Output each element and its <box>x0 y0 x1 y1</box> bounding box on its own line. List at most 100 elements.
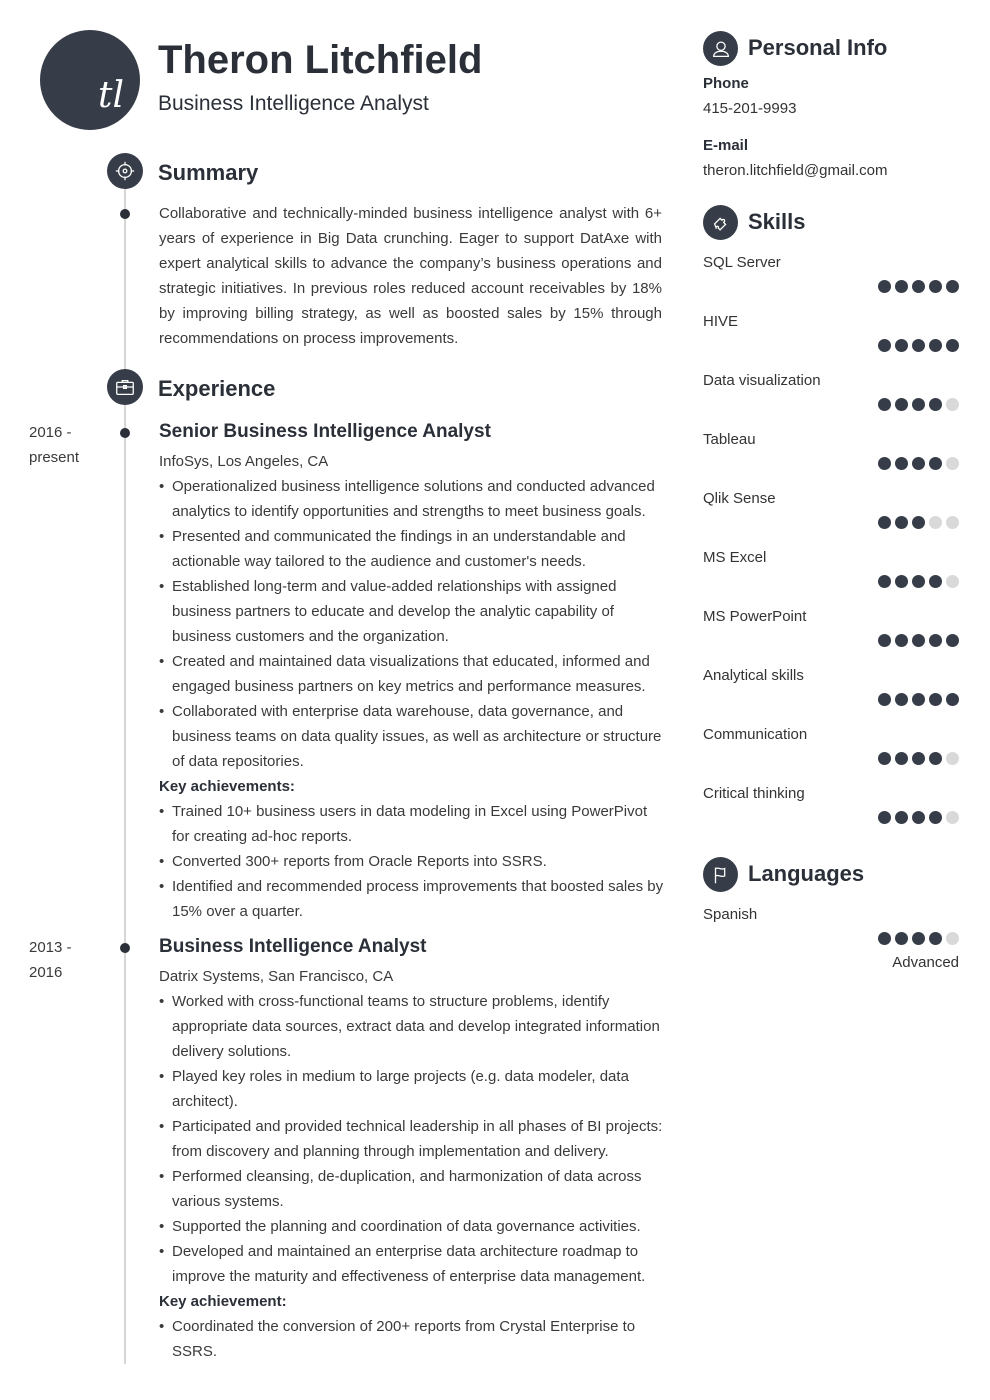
achievement-item: Converted 300+ reports from Oracle Repor… <box>159 849 664 874</box>
job-bullet: Worked with cross-functional teams to st… <box>159 989 664 1064</box>
phone-value[interactable]: 415-201-9993 <box>703 99 959 119</box>
sidebar: Personal Info Phone 415-201-9993 E-mail … <box>703 31 959 975</box>
rating-dot-filled <box>895 932 908 945</box>
skill-item: Data visualization <box>703 371 959 430</box>
rating-dot-filled <box>929 932 942 945</box>
job-company: Datrix Systems, San Francisco, CA <box>159 968 394 985</box>
skill-item: MS PowerPoint <box>703 607 959 666</box>
rating-dot-filled <box>895 398 908 411</box>
rating-dot-filled <box>895 693 908 706</box>
job-bullet: Established long-term and value-added re… <box>159 574 664 649</box>
skill-name: Communication <box>703 726 808 743</box>
timeline-line <box>124 188 126 1364</box>
key-achievement-label: Key achievement: <box>159 1293 287 1310</box>
rating-dot-filled <box>912 634 925 647</box>
rating-dot-filled <box>929 280 942 293</box>
rating-dot-filled <box>912 516 925 529</box>
rating-dots <box>878 339 959 352</box>
job-bullet: Played key roles in medium to large proj… <box>159 1064 664 1114</box>
experience-heading: Experience <box>158 376 276 401</box>
languages-heading: Languages <box>748 861 865 886</box>
rating-dot-filled <box>912 280 925 293</box>
job-bullet: Participated and provided technical lead… <box>159 1114 664 1164</box>
rating-dot-filled <box>929 398 942 411</box>
job-title: Business Intelligence Analyst <box>159 936 427 957</box>
flag-icon <box>703 857 738 892</box>
skill-name: SQL Server <box>703 254 781 271</box>
rating-dots <box>878 516 959 529</box>
rating-dot-filled <box>878 811 891 824</box>
target-icon <box>107 153 143 189</box>
job-bullets: Operationalized business intelligence so… <box>159 474 664 774</box>
rating-dot-filled <box>895 457 908 470</box>
job-date-end: present <box>29 449 80 466</box>
timeline-dot <box>120 428 130 438</box>
rating-dot-filled <box>878 280 891 293</box>
rating-dot-filled <box>878 457 891 470</box>
puzzle-icon <box>703 205 738 240</box>
job-bullet: Operationalized business intelligence so… <box>159 474 664 524</box>
avatar: tl <box>40 30 140 130</box>
rating-dots <box>878 932 959 945</box>
rating-dot-empty <box>946 398 959 411</box>
job-bullet: Presented and communicated the findings … <box>159 524 664 574</box>
languages-header: Languages <box>703 857 959 892</box>
skill-name: Data visualization <box>703 372 821 389</box>
rating-dot-filled <box>929 339 942 352</box>
skills-header: Skills <box>703 205 959 240</box>
skill-item: HIVE <box>703 312 959 371</box>
rating-dot-filled <box>878 575 891 588</box>
timeline-dot <box>120 943 130 953</box>
skill-item: MS Excel <box>703 548 959 607</box>
rating-dot-filled <box>929 634 942 647</box>
rating-dots <box>878 634 959 647</box>
rating-dot-filled <box>946 634 959 647</box>
job-entry: Business Intelligence Analyst Datrix Sys… <box>159 935 664 1364</box>
rating-dots <box>878 398 959 411</box>
rating-dot-filled <box>895 516 908 529</box>
skill-name: Critical thinking <box>703 785 805 802</box>
rating-dot-filled <box>878 693 891 706</box>
briefcase-icon <box>107 369 143 405</box>
skill-name: Analytical skills <box>703 667 804 684</box>
user-icon <box>703 31 738 66</box>
rating-dot-filled <box>912 457 925 470</box>
candidate-title: Business Intelligence Analyst <box>158 92 429 115</box>
skill-item: Qlik Sense <box>703 489 959 548</box>
summary-heading: Summary <box>158 160 259 185</box>
rating-dot-filled <box>912 575 925 588</box>
phone-label: Phone <box>703 75 749 92</box>
personal-info-heading: Personal Info <box>748 35 888 60</box>
key-achievements-label: Key achievements: <box>159 778 295 795</box>
job-title: Senior Business Intelligence Analyst <box>159 421 491 442</box>
avatar-initials: tl <box>98 75 124 116</box>
skill-name: MS Excel <box>703 549 767 566</box>
rating-dot-filled <box>878 516 891 529</box>
achievement-item: Coordinated the conversion of 200+ repor… <box>159 1314 664 1364</box>
skill-name: Tableau <box>703 431 756 448</box>
skill-item: Tableau <box>703 430 959 489</box>
rating-dot-empty <box>929 516 942 529</box>
rating-dot-filled <box>878 634 891 647</box>
rating-dots <box>878 693 959 706</box>
skill-name: HIVE <box>703 313 739 330</box>
language-item: Spanish Advanced <box>703 905 959 975</box>
job-company: InfoSys, Los Angeles, CA <box>159 453 329 470</box>
skill-name: MS PowerPoint <box>703 608 807 625</box>
rating-dot-empty <box>946 516 959 529</box>
personal-info-header: Personal Info <box>703 31 959 66</box>
skill-item: Analytical skills <box>703 666 959 725</box>
achievement-item: Identified and recommended process impro… <box>159 874 664 924</box>
rating-dot-filled <box>878 339 891 352</box>
rating-dot-filled <box>912 339 925 352</box>
job-bullet: Supported the planning and coordination … <box>159 1214 664 1239</box>
skills-heading: Skills <box>748 209 806 234</box>
rating-dot-empty <box>946 457 959 470</box>
achievement-list: Trained 10+ business users in data model… <box>159 799 664 924</box>
job-bullet: Created and maintained data visualizatio… <box>159 649 664 699</box>
job-bullet: Collaborated with enterprise data wareho… <box>159 699 664 774</box>
rating-dot-filled <box>878 398 891 411</box>
rating-dots <box>878 280 959 293</box>
rating-dot-filled <box>912 811 925 824</box>
email-value[interactable]: theron.litchfield@gmail.com <box>703 161 959 181</box>
